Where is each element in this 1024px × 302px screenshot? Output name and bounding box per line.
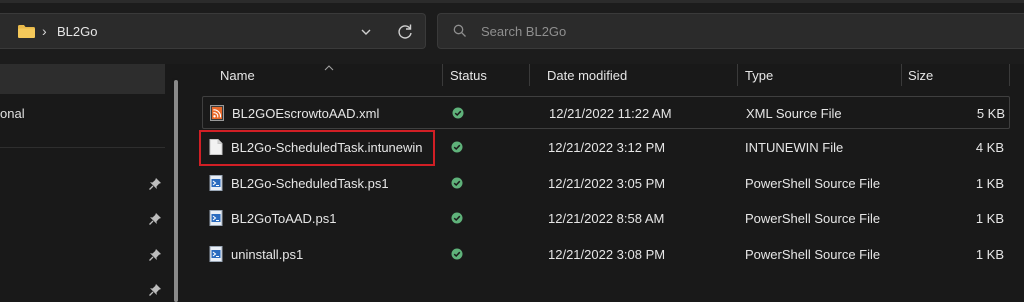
sidebar-item-label[interactable]: onal bbox=[0, 106, 25, 121]
file-date: 12/21/2022 3:12 PM bbox=[548, 140, 666, 155]
search-icon bbox=[453, 24, 466, 37]
highlight-annotation-box bbox=[199, 130, 435, 166]
powershell-file-icon bbox=[209, 246, 223, 262]
file-row[interactable]: BL2Go-ScheduledTask.ps1 12/21/2022 3:05 … bbox=[202, 167, 1010, 200]
column-header-date-modified[interactable]: Date modified bbox=[547, 68, 627, 90]
column-divider[interactable] bbox=[529, 64, 530, 86]
file-row[interactable]: BL2GoToAAD.ps1 12/21/2022 8:58 AM PowerS… bbox=[202, 202, 1010, 235]
sync-status-ok-icon bbox=[451, 177, 463, 189]
file-name[interactable]: BL2Go-ScheduledTask.ps1 bbox=[231, 176, 389, 191]
file-row[interactable]: BL2GOEscrowtoAAD.xml 12/21/2022 11:22 AM… bbox=[202, 96, 1010, 129]
sync-status-ok-icon bbox=[451, 248, 463, 260]
file-date: 12/21/2022 3:08 PM bbox=[548, 247, 666, 262]
top-bar: › BL2Go Search BL2Go bbox=[0, 0, 1024, 64]
breadcrumb-chevron-icon[interactable]: › bbox=[42, 23, 47, 39]
pin-icon[interactable] bbox=[148, 212, 162, 226]
column-header-status[interactable]: Status bbox=[450, 68, 487, 90]
pin-icon[interactable] bbox=[148, 248, 162, 262]
file-size: 4 KB bbox=[975, 140, 1004, 155]
top-divider bbox=[0, 0, 1024, 3]
file-type: PowerShell Source File bbox=[745, 176, 881, 191]
file-type: PowerShell Source File bbox=[745, 247, 881, 262]
file-size: 1 KB bbox=[975, 211, 1004, 226]
file-type: PowerShell Source File bbox=[745, 211, 881, 226]
column-divider[interactable] bbox=[901, 64, 902, 86]
refresh-icon[interactable] bbox=[394, 21, 416, 43]
file-type: INTUNEWIN File bbox=[745, 140, 844, 155]
column-divider[interactable] bbox=[1009, 64, 1010, 86]
file-row[interactable]: uninstall.ps1 12/21/2022 3:08 PM PowerSh… bbox=[202, 238, 1010, 271]
address-bar[interactable]: › BL2Go bbox=[0, 13, 426, 49]
search-box[interactable]: Search BL2Go bbox=[437, 13, 1024, 49]
sidebar-scrollbar-thumb[interactable] bbox=[174, 80, 178, 302]
sync-status-ok-icon bbox=[451, 212, 463, 224]
column-header-type[interactable]: Type bbox=[745, 68, 773, 90]
navigation-pane: onal bbox=[0, 64, 186, 302]
file-size: 1 KB bbox=[975, 247, 1004, 262]
file-name[interactable]: BL2GoToAAD.ps1 bbox=[231, 211, 337, 226]
file-size: 5 KB bbox=[976, 106, 1005, 121]
column-header-size[interactable]: Size bbox=[908, 68, 933, 90]
pin-icon[interactable] bbox=[148, 283, 162, 297]
powershell-file-icon bbox=[209, 175, 223, 191]
folder-icon bbox=[18, 25, 35, 38]
sidebar-item-selected[interactable] bbox=[0, 64, 165, 94]
file-name[interactable]: BL2GOEscrowtoAAD.xml bbox=[232, 106, 379, 121]
pin-icon[interactable] bbox=[148, 177, 162, 191]
file-size: 1 KB bbox=[975, 176, 1004, 191]
file-date: 12/21/2022 11:22 AM bbox=[549, 106, 672, 121]
column-divider[interactable] bbox=[442, 64, 443, 86]
file-date: 12/21/2022 8:58 AM bbox=[548, 211, 665, 226]
powershell-file-icon bbox=[209, 210, 223, 226]
file-list: Name Status Date modified Type Size BL2G… bbox=[187, 64, 1024, 302]
sync-status-ok-icon bbox=[451, 141, 463, 153]
column-header-name[interactable]: Name bbox=[220, 68, 255, 90]
search-input[interactable]: Search BL2Go bbox=[481, 24, 566, 39]
file-type: XML Source File bbox=[746, 106, 842, 121]
xml-file-icon bbox=[210, 105, 224, 121]
file-name[interactable]: uninstall.ps1 bbox=[231, 247, 303, 262]
sort-ascending-icon bbox=[324, 65, 334, 71]
sync-status-ok-icon bbox=[452, 107, 464, 119]
column-divider[interactable] bbox=[737, 64, 738, 86]
breadcrumb-folder[interactable]: BL2Go bbox=[57, 24, 97, 39]
file-date: 12/21/2022 3:05 PM bbox=[548, 176, 666, 191]
chevron-down-icon[interactable] bbox=[356, 22, 376, 42]
sidebar-divider bbox=[0, 147, 165, 148]
